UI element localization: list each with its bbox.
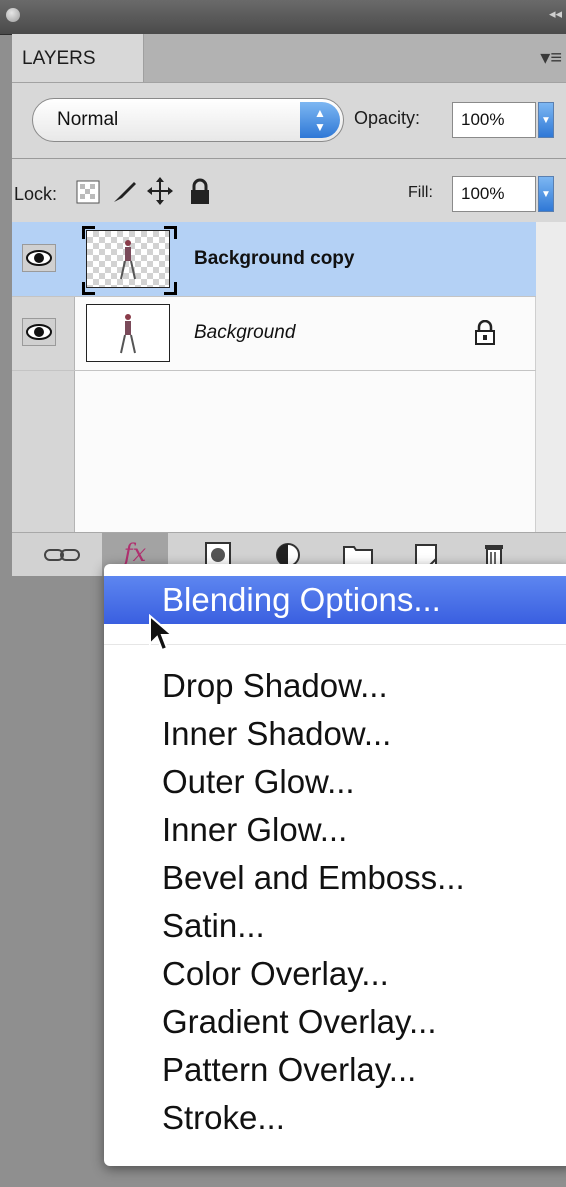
thumb-bracket	[82, 226, 95, 239]
opacity-field[interactable]: 100%	[452, 102, 536, 138]
fill-dropdown-icon[interactable]: ▼	[538, 176, 554, 212]
menu-item-bevel-and-emboss[interactable]: Bevel and Emboss...	[104, 854, 566, 902]
eye-icon	[26, 250, 52, 266]
eye-icon	[26, 324, 52, 340]
figure-thumbnail-icon	[120, 240, 136, 280]
layer-lock-icon	[475, 320, 495, 345]
layer-name: Background	[194, 322, 296, 343]
thumb-bracket	[82, 282, 95, 295]
opacity-label: Opacity:	[354, 108, 421, 128]
fill-label: Fill:	[408, 184, 433, 201]
menu-item-color-overlay[interactable]: Color Overlay...	[104, 950, 566, 998]
tab-layers[interactable]: LAYERS	[12, 34, 144, 82]
layer-thumbnail	[86, 304, 170, 362]
menu-item-drop-shadow[interactable]: Drop Shadow...	[104, 662, 566, 710]
lock-position-icon[interactable]	[146, 176, 174, 206]
menu-item-pattern-overlay[interactable]: Pattern Overlay...	[104, 1046, 566, 1094]
menu-item-stroke[interactable]: Stroke...	[104, 1094, 566, 1142]
link-layers-icon[interactable]	[42, 541, 82, 569]
lock-all-icon[interactable]	[188, 178, 212, 206]
thumb-bracket	[164, 226, 177, 239]
menu-item-outer-glow[interactable]: Outer Glow...	[104, 758, 566, 806]
opacity-dropdown-icon[interactable]: ▼	[538, 102, 554, 138]
blend-mode-select[interactable]: Normal ▲ ▼	[32, 98, 344, 142]
figure-thumbnail-icon	[120, 314, 136, 354]
lock-label: Lock:	[14, 184, 58, 204]
lock-transparency-icon[interactable]	[76, 180, 100, 204]
menu-item-inner-glow[interactable]: Inner Glow...	[104, 806, 566, 854]
scrollbar[interactable]	[535, 222, 566, 532]
blend-mode-value: Normal	[57, 109, 119, 130]
layers-list: Background copy Background	[12, 222, 566, 532]
mouse-pointer-icon	[149, 614, 174, 652]
visibility-toggle[interactable]	[22, 318, 56, 346]
panel-menu-icon[interactable]: ▾≡	[540, 45, 562, 70]
thumb-bracket	[164, 282, 177, 295]
menu-item-inner-shadow[interactable]: Inner Shadow...	[104, 710, 566, 758]
fill-field[interactable]: 100%	[452, 176, 536, 212]
layer-row-background[interactable]: Background	[12, 296, 536, 371]
layer-row-background-copy[interactable]: Background copy	[12, 222, 536, 297]
visibility-toggle[interactable]	[22, 244, 56, 272]
divider	[12, 158, 566, 159]
menu-item-gradient-overlay[interactable]: Gradient Overlay...	[104, 998, 566, 1046]
layer-style-menu: Blending Options... Drop Shadow... Inner…	[104, 564, 566, 1166]
close-dot-icon[interactable]	[6, 8, 20, 22]
layer-name: Background copy	[194, 248, 355, 269]
blend-mode-stepper-icon[interactable]: ▲ ▼	[300, 102, 340, 138]
menu-item-satin[interactable]: Satin...	[104, 902, 566, 950]
panel-tab-row: LAYERS ▾≡	[12, 34, 566, 83]
layers-panel: LAYERS ▾≡ Normal ▲ ▼ Opacity: 100% ▼ Lock…	[12, 34, 566, 576]
panel-title-bar[interactable]: ◂◂	[0, 0, 566, 35]
layer-thumbnail	[86, 230, 170, 288]
collapse-panel-icon[interactable]: ◂◂	[549, 6, 562, 22]
lock-image-pixels-icon[interactable]	[110, 178, 138, 206]
